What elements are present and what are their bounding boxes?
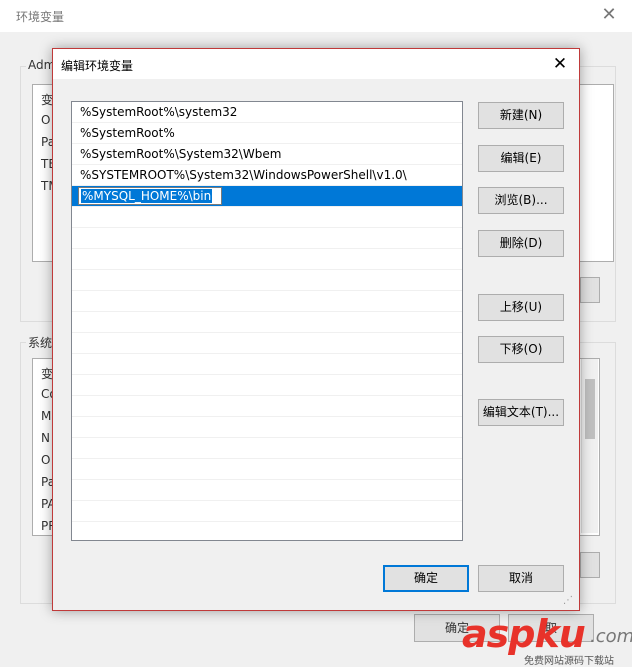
ok-button[interactable]: 确定: [383, 565, 469, 592]
system-variable-row[interactable]: N: [41, 431, 50, 445]
browse-button-label: 浏览(B)...: [494, 193, 548, 207]
watermark-logo: aspku .com 免费网站源码下载站: [462, 612, 632, 667]
path-row-empty[interactable]: [72, 333, 462, 354]
dialog-title: 编辑环境变量: [61, 59, 134, 73]
path-row[interactable]: %SystemRoot%: [72, 123, 462, 144]
edit-button[interactable]: 编辑(E): [478, 145, 564, 172]
bg-close-icon[interactable]: ✕: [598, 4, 620, 26]
user-variable-row[interactable]: O: [41, 113, 50, 127]
path-row-empty[interactable]: [72, 375, 462, 396]
move-down-button-label: 下移(O): [499, 342, 543, 356]
path-row-empty[interactable]: [72, 291, 462, 312]
path-row-empty[interactable]: [72, 480, 462, 501]
bg-window-title: 环境变量: [16, 10, 65, 24]
browse-button[interactable]: 浏览(B)...: [478, 187, 564, 214]
move-up-button-label: 上移(U): [499, 300, 543, 314]
path-edit-value: %MYSQL_HOME%\bin: [81, 189, 213, 203]
path-row[interactable]: %SystemRoot%\system32: [72, 102, 462, 123]
system-list-scrollbar[interactable]: [581, 359, 598, 533]
move-down-button[interactable]: 下移(O): [478, 336, 564, 363]
bg-user-button[interactable]: [580, 277, 600, 303]
edit-text-button-label: 编辑文本(T)...: [482, 405, 560, 419]
path-row-empty[interactable]: [72, 417, 462, 438]
resize-grip-icon[interactable]: ⋰: [563, 595, 575, 607]
path-row-text: %SYSTEMROOT%\System32\WindowsPowerShell\…: [80, 168, 407, 182]
path-row[interactable]: %SystemRoot%\System32\Wbem: [72, 144, 462, 165]
close-icon[interactable]: ✕: [547, 51, 573, 77]
path-list[interactable]: %SystemRoot%\system32 %SystemRoot% %Syst…: [71, 101, 463, 541]
path-row-empty[interactable]: [72, 270, 462, 291]
path-row-empty[interactable]: [72, 396, 462, 417]
new-button-label: 新建(N): [499, 108, 543, 122]
edit-environment-variable-dialog: 编辑环境变量 ✕ %SystemRoot%\system32 %SystemRo…: [52, 48, 580, 611]
cancel-button[interactable]: 取消: [478, 565, 564, 592]
path-row-empty[interactable]: [72, 249, 462, 270]
path-row-selected[interactable]: %MYSQL_HOME%\bin: [72, 186, 462, 207]
cancel-button-label: 取消: [508, 571, 533, 585]
move-up-button[interactable]: 上移(U): [478, 294, 564, 321]
system-list-scroll-thumb[interactable]: [585, 379, 595, 439]
edit-button-label: 编辑(E): [500, 151, 542, 165]
path-row-text: %SystemRoot%: [80, 126, 175, 140]
path-row-empty[interactable]: [72, 207, 462, 228]
path-row-empty[interactable]: [72, 228, 462, 249]
bg-titlebar: 环境变量 ✕: [0, 0, 632, 32]
path-row-empty[interactable]: [72, 501, 462, 522]
path-row[interactable]: %SYSTEMROOT%\System32\WindowsPowerShell\…: [72, 165, 462, 186]
path-row-text: %SystemRoot%\system32: [80, 105, 238, 119]
delete-button-label: 删除(D): [499, 236, 543, 250]
path-row-empty[interactable]: [72, 312, 462, 333]
watermark-tagline: 免费网站源码下载站: [524, 656, 614, 667]
path-row-empty[interactable]: [72, 438, 462, 459]
bg-system-button[interactable]: [580, 552, 600, 578]
path-row-text: %SystemRoot%\System32\Wbem: [80, 147, 282, 161]
delete-button[interactable]: 删除(D): [478, 230, 564, 257]
ok-button-label: 确定: [413, 571, 438, 585]
new-button[interactable]: 新建(N): [478, 102, 564, 129]
system-variable-row[interactable]: O: [41, 453, 50, 467]
dialog-titlebar: 编辑环境变量 ✕: [53, 49, 579, 79]
watermark-suffix: .com: [590, 626, 632, 647]
path-row-empty[interactable]: [72, 354, 462, 375]
system-variable-row[interactable]: M: [41, 409, 51, 423]
watermark-brand: aspku: [462, 612, 586, 656]
edit-text-button[interactable]: 编辑文本(T)...: [478, 399, 564, 426]
path-row-empty[interactable]: [72, 459, 462, 480]
system-variables-group-label: 系统: [26, 334, 55, 351]
path-edit-input[interactable]: %MYSQL_HOME%\bin: [78, 187, 222, 205]
